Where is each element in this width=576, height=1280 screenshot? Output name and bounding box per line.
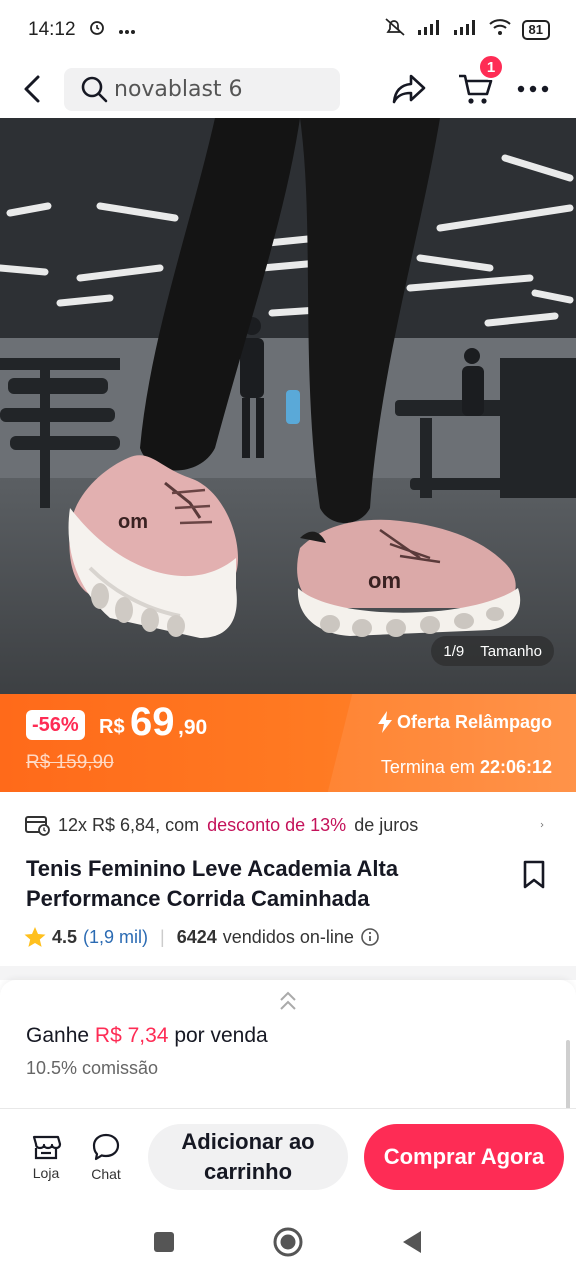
price-currency: R$ <box>99 716 125 738</box>
chevron-left-icon <box>24 75 40 103</box>
buy-now-button[interactable]: Comprar Agora <box>364 1123 564 1190</box>
bookmark-icon <box>523 860 545 889</box>
more-options-button[interactable] <box>508 60 558 118</box>
store-button[interactable]: Loja <box>16 1133 76 1181</box>
flash-sale-timer: Termina em 22:06:12 <box>381 757 552 778</box>
svg-text:om: om <box>118 511 148 533</box>
rating-value: 4.5 <box>52 926 78 947</box>
discount-badge: -56% <box>26 710 85 740</box>
commission-rate: 10.5% comissão <box>26 1058 159 1078</box>
earn-prefix: Ganhe <box>26 1024 90 1047</box>
image-index: 1/9 <box>443 642 465 660</box>
add-to-cart-button[interactable]: Adicionar ao carrinho <box>148 1123 348 1190</box>
wifi-icon <box>488 18 512 42</box>
star-icon <box>24 927 46 947</box>
status-bar: 14:12 81 <box>0 0 576 60</box>
chevron-right-icon <box>540 822 544 828</box>
search-query: novablast 6 <box>114 76 243 102</box>
timer-value: 22:06:12 <box>479 757 552 777</box>
cart-button[interactable]: 1 <box>442 54 508 118</box>
commission-earn: Ganhe R$ 7,34 por venda <box>26 1024 268 1048</box>
info-icon[interactable] <box>360 927 380 947</box>
earn-suffix: por venda <box>174 1024 268 1047</box>
earn-amount: R$ 7,34 <box>94 1024 169 1047</box>
chat-icon <box>92 1133 120 1160</box>
store-label: Loja <box>32 1164 60 1181</box>
product-photo: om om <box>0 118 576 694</box>
svg-text:om: om <box>368 568 401 593</box>
section-divider <box>0 966 576 980</box>
back-button[interactable] <box>0 60 64 118</box>
flash-sale-label: Oferta Relâmpago <box>377 710 552 734</box>
battery-indicator: 81 <box>521 20 550 40</box>
back-triangle-icon[interactable] <box>400 1229 424 1255</box>
product-title: Tenis Feminino Leve Academia Alta Perfor… <box>26 856 399 911</box>
timer-prefix: Termina em <box>380 757 475 777</box>
flash-sale-banner: -56% R$ 69 ,90 R$ 159,90 Oferta Relâmpag… <box>0 694 576 792</box>
flash-sale-text: Oferta Relâmpago <box>396 711 552 732</box>
sold-count: 6424 <box>176 926 217 947</box>
alarm-icon <box>88 18 106 42</box>
price-decimal: ,90 <box>178 716 208 739</box>
share-icon <box>392 74 426 104</box>
payment-card-icon <box>25 816 50 836</box>
recents-icon[interactable] <box>152 1230 176 1254</box>
home-icon[interactable] <box>272 1226 304 1258</box>
rating-row: 4.5 (1,9 mil) | 6424 vendidos on-line <box>24 922 380 952</box>
search-icon <box>81 76 108 103</box>
rating-count-link[interactable]: (1,9 mil) <box>83 927 148 948</box>
installments-suffix: de juros <box>354 814 419 835</box>
chat-button[interactable]: Chat <box>76 1132 136 1182</box>
system-nav-bar <box>0 1204 576 1280</box>
double-chevron-up-icon[interactable] <box>276 990 300 1012</box>
installments-text: 12x R$ 6,84, com <box>58 814 200 835</box>
status-time: 14:12 <box>28 19 76 40</box>
cart-count-badge: 1 <box>478 54 504 80</box>
installments-row[interactable]: 12x R$ 6,84, com desconto de 13% de juro… <box>0 806 576 844</box>
top-nav-bar: novablast 6 1 <box>0 54 576 118</box>
lightning-icon <box>377 711 392 733</box>
price-integer: 69 <box>130 700 175 744</box>
scrollbar[interactable] <box>566 1040 570 1110</box>
store-icon <box>32 1135 62 1159</box>
signal-icon-2 <box>452 18 478 42</box>
share-button[interactable] <box>376 60 442 118</box>
commission-panel[interactable]: Ganhe R$ 7,34 por venda 10.5% comissão <box>0 980 576 1110</box>
more-dots-icon <box>517 85 549 93</box>
bookmark-button[interactable] <box>514 858 554 892</box>
bottom-action-bar: Loja Chat Adicionar ao carrinho Comprar … <box>0 1108 576 1204</box>
mute-icon <box>384 17 406 43</box>
size-chip[interactable]: Tamanho <box>480 643 542 660</box>
image-counter: 1/9 Tamanho <box>431 636 554 666</box>
product-image-gallery[interactable]: om om 1/9 Tamanho <box>0 118 576 694</box>
installments-discount: desconto de 13% <box>207 814 347 835</box>
search-input[interactable]: novablast 6 <box>64 67 340 111</box>
more-notifications-icon <box>118 19 136 41</box>
signal-icon <box>416 18 442 42</box>
chat-label: Chat <box>91 1165 121 1182</box>
sold-label: vendidos on-line <box>222 926 354 947</box>
original-price: R$ 159,90 <box>26 752 114 773</box>
